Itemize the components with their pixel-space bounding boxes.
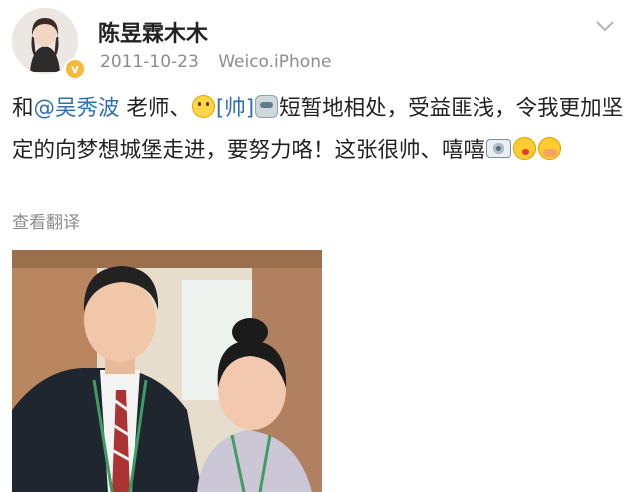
translate-link[interactable]: 查看翻译	[12, 208, 80, 233]
cover-mouth-emoji-icon	[538, 137, 562, 160]
post-meta: 2011-10-23 Weico.iPhone	[100, 52, 331, 72]
smile-emoji-icon	[191, 95, 215, 118]
verified-badge: v	[64, 58, 86, 80]
emote-tag: [帅]	[215, 96, 255, 121]
text-part-2: 老师、	[119, 96, 191, 121]
post-source[interactable]: Weico.iPhone	[218, 52, 331, 72]
username[interactable]: 陈昱霖木木	[98, 16, 208, 48]
post-header: v 陈昱霖木木 2011-10-23 Weico.iPhone	[12, 8, 628, 80]
robot-emoji-icon	[255, 95, 279, 118]
camera-emoji-icon	[486, 139, 512, 158]
chevron-down-icon[interactable]	[592, 16, 618, 36]
kiss-emoji-icon	[513, 137, 537, 160]
mention-link[interactable]: @吴秀波	[34, 96, 120, 121]
post-text: 和@吴秀波 老师、 [帅] 短暂地相处，受益匪浅，令我更加坚定的向梦想城堡走进，要努…	[12, 88, 624, 172]
post-photo[interactable]	[12, 250, 322, 492]
post-date: 2011-10-23	[100, 52, 199, 72]
text-part-1: 和	[12, 96, 34, 121]
